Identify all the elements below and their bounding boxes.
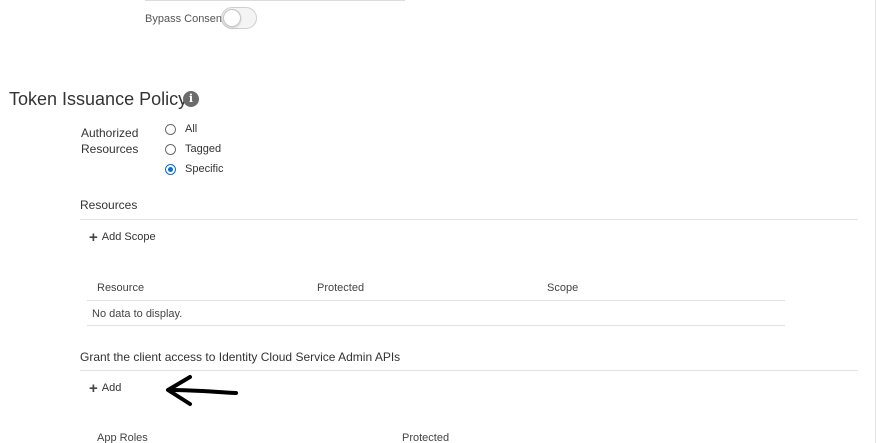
plus-icon: +: [89, 228, 98, 246]
empty-table-message: No data to display.: [92, 308, 183, 320]
app-settings-page: Bypass Consent Token Issuance Policy i A…: [0, 0, 876, 443]
add-scope-button[interactable]: + Add Scope: [89, 228, 156, 246]
column-header-app-roles[interactable]: App Roles: [97, 432, 148, 443]
plus-icon: +: [89, 379, 98, 397]
info-icon[interactable]: i: [183, 91, 199, 107]
authorized-resources-label: Authorized Resources: [81, 126, 139, 156]
column-header-protected[interactable]: Protected: [317, 282, 364, 294]
divider: [80, 370, 858, 371]
radio-specific[interactable]: Specific: [165, 163, 224, 175]
table-row: No data to display.: [87, 301, 785, 326]
bypass-consent-toggle[interactable]: [221, 7, 257, 29]
toggle-knob: [223, 9, 241, 27]
add-scope-label: Add Scope: [101, 231, 156, 243]
divider: [145, 0, 405, 1]
column-header-resource[interactable]: Resource: [97, 282, 144, 294]
radio-tagged[interactable]: Tagged: [165, 143, 221, 155]
radio-all[interactable]: All: [165, 123, 197, 135]
radio-specific-label: Specific: [185, 163, 224, 175]
radio-all-label: All: [185, 123, 198, 135]
add-admin-role-button[interactable]: + Add: [89, 379, 122, 397]
resources-heading: Resources: [80, 198, 138, 212]
annotation-arrow-icon: [166, 375, 238, 406]
column-header-scope[interactable]: Scope: [547, 282, 578, 294]
radio-all-circle[interactable]: [165, 123, 176, 135]
radio-tagged-circle[interactable]: [165, 143, 176, 155]
bypass-consent-label: Bypass Consent: [145, 13, 226, 25]
resources-table: Resource Protected Scope No data to disp…: [87, 276, 785, 326]
table-header: Resource Protected Scope: [87, 276, 785, 301]
divider: [80, 219, 858, 220]
radio-specific-circle[interactable]: [165, 163, 176, 175]
admin-apis-heading: Grant the client access to Identity Clou…: [80, 350, 401, 364]
column-header-protected[interactable]: Protected: [402, 432, 449, 443]
add-admin-role-label: Add: [101, 382, 122, 394]
section-title: Token Issuance Policy: [9, 89, 188, 109]
radio-tagged-label: Tagged: [185, 143, 222, 155]
